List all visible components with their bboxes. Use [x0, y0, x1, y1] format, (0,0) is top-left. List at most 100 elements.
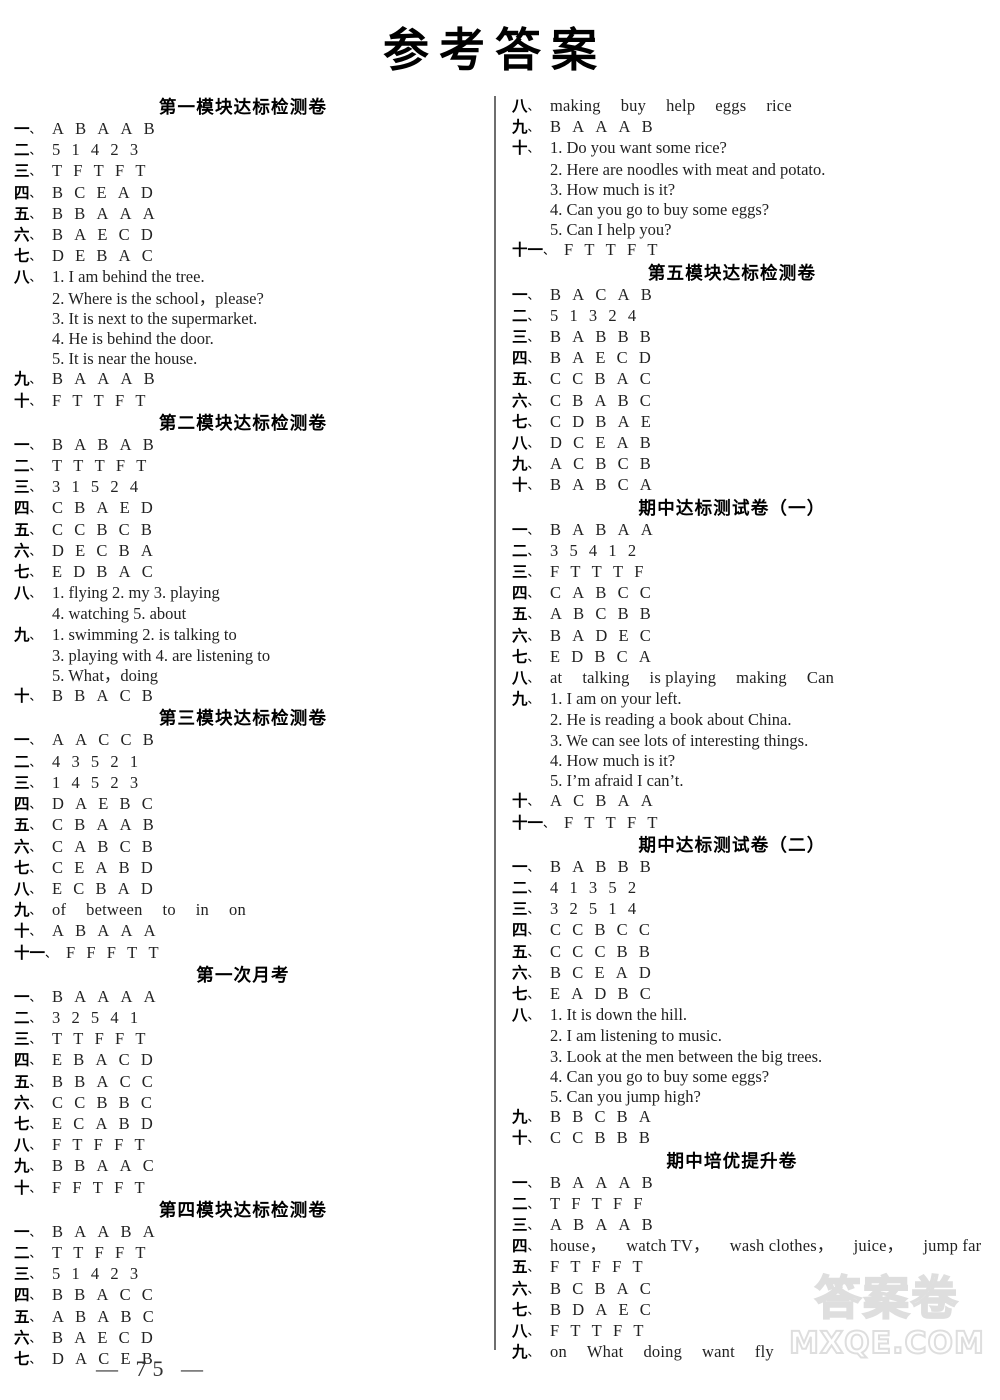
answer-value: D	[140, 225, 153, 245]
answer-value: A	[143, 986, 156, 1006]
answer-values: CCBBC	[52, 1093, 152, 1113]
answer-values: FFTFT	[52, 1178, 145, 1198]
answer-line: 一、 A A C C B	[14, 730, 486, 751]
answer-line: 十、 1. Do you want some rice?	[512, 138, 992, 159]
answer-value: A	[616, 369, 629, 389]
answer-value: C	[550, 941, 562, 961]
answer-line: 八、 E C B A D	[14, 879, 486, 900]
answer-value: C	[572, 941, 584, 961]
answer-value: F	[626, 812, 637, 832]
answer-value: B	[594, 1278, 606, 1298]
answer-value: E	[52, 1113, 63, 1133]
answer-number: 二、	[14, 1008, 42, 1027]
answer-value: D	[140, 1327, 153, 1347]
answer-line: 二、 T T T F T	[14, 456, 486, 477]
answer-value: C	[639, 583, 651, 603]
answer-line: 四、 E B A C D	[14, 1050, 486, 1071]
answer-value: C	[73, 1113, 85, 1133]
answer-value: buy	[620, 96, 647, 115]
answer-line: 三、 3 1 5 2 4	[14, 477, 486, 498]
answer-value: B	[96, 519, 108, 539]
answer-values: of between to in on	[52, 900, 266, 920]
answer-value: A	[550, 604, 563, 624]
answer-value: T	[632, 1257, 643, 1277]
answer-value: 1	[71, 477, 80, 497]
answer-sentence: 5. I’m afraid I can’t.	[550, 771, 684, 791]
answer-number: 一、	[512, 1173, 540, 1192]
answer-line: 七、 E C A B D	[14, 1114, 486, 1135]
answer-value: A	[96, 1156, 109, 1176]
answer-line: 一、 B A A B A	[14, 1222, 486, 1243]
answer-line: 八、 D C E A B	[512, 433, 992, 454]
section-heading: 第四模块达标检测卷	[158, 1200, 328, 1221]
answer-number: 五、	[512, 1258, 540, 1277]
answer-values: EADBC	[550, 984, 651, 1004]
answer-values: TTFFT	[52, 1243, 146, 1263]
answer-line: 一、 B A B A A	[512, 520, 992, 541]
answer-value: F	[66, 942, 76, 962]
answer-value: C	[52, 815, 64, 835]
answer-number: 六、	[512, 391, 540, 410]
answer-value: A	[118, 562, 131, 582]
answer-number: 二、	[14, 457, 42, 476]
answer-value: F	[114, 390, 125, 410]
answer-value: B	[142, 730, 154, 750]
answer-value: T	[134, 1177, 145, 1197]
answer-number: 一、	[512, 285, 540, 304]
answer-value: A	[119, 1156, 132, 1176]
answer-number: 七、	[14, 247, 42, 266]
answer-values: TFTFF	[550, 1194, 643, 1214]
answer-value: A	[572, 284, 585, 304]
answer-value: 4	[71, 772, 80, 792]
section-heading: 第一模块达标检测卷	[158, 98, 328, 118]
answer-values: BCBAC	[550, 1279, 651, 1299]
answer-value: B	[52, 1285, 64, 1305]
answer-value: E	[640, 411, 651, 431]
answer-value: A	[52, 730, 65, 750]
answer-number: 一、	[512, 857, 540, 876]
answer-line: 三、 T F T F T	[14, 161, 486, 182]
answer-value: C	[639, 983, 651, 1003]
answer-value: rice	[766, 96, 792, 115]
answer-value: C	[74, 182, 86, 202]
left-column: 第一模块达标检测卷 一、 A B A A B 二、 5 1 4 2 3 三、 T F T F T 四、 B C E A D 五、 B…	[0, 96, 494, 1368]
answer-value: B	[74, 815, 86, 835]
answer-value: F	[626, 240, 637, 260]
answer-number: 十、	[512, 1129, 540, 1148]
answer-sentence: 1. I am behind the tree.	[52, 267, 205, 287]
answer-value: C	[572, 369, 584, 389]
answer-number: 四、	[512, 1237, 540, 1256]
answer-value: D	[140, 857, 153, 877]
answer-value: C	[639, 390, 651, 410]
answer-value: B	[572, 390, 584, 410]
answer-value: 2	[110, 751, 119, 771]
answer-value: E	[52, 562, 63, 582]
answer-number: 二、	[512, 541, 540, 560]
answer-sentence: 4. Can you go to buy some eggs?	[550, 1066, 770, 1086]
answer-sentence: 5. Can I help you?	[550, 220, 672, 240]
answer-value: A	[97, 1306, 110, 1326]
answer-value: C	[617, 583, 629, 603]
answer-value: 1	[71, 140, 80, 160]
answer-value: A	[74, 836, 87, 856]
answer-value: B	[550, 348, 562, 368]
answer-line: 七、 B D A E C	[512, 1300, 992, 1321]
answer-value: C	[119, 836, 131, 856]
answer-value: C	[119, 686, 131, 706]
answer-line: 八、 at talking is playing making Can	[512, 668, 992, 689]
answer-value: T	[135, 1029, 146, 1049]
section-heading: 第五模块达标检测卷	[647, 263, 817, 284]
answer-value: B	[550, 519, 562, 539]
answer-value: F	[73, 161, 83, 181]
answer-line: 5. Can you jump high?	[512, 1087, 992, 1107]
answer-value: B	[617, 983, 629, 1003]
answer-value: C	[638, 920, 651, 940]
answer-value: D	[52, 794, 65, 814]
answer-value: C	[118, 1327, 130, 1347]
answer-value: F	[106, 942, 117, 962]
answer-value: T	[612, 562, 624, 582]
answer-value: 5	[608, 877, 617, 897]
answer-value: A	[96, 1071, 109, 1091]
answer-value: T	[134, 1135, 145, 1155]
answer-value: A	[74, 1221, 87, 1241]
